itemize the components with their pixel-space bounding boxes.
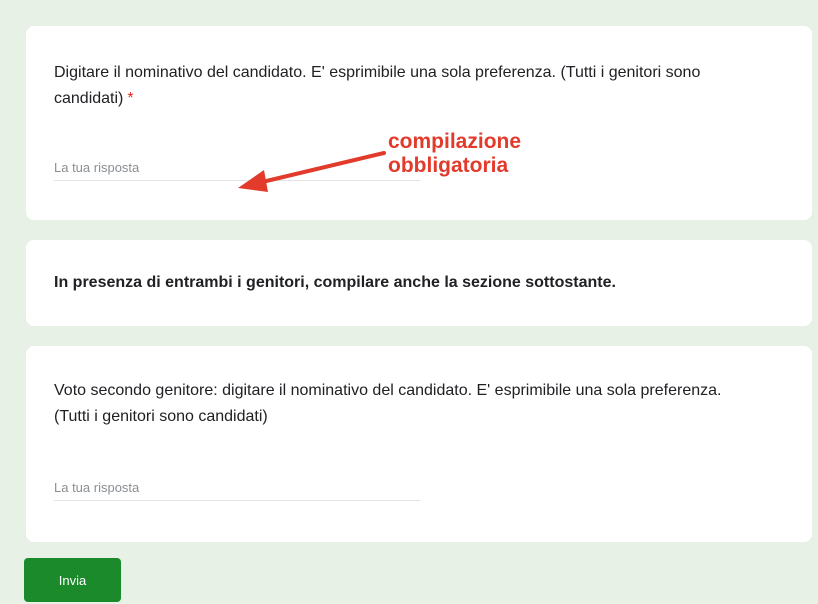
submit-button[interactable]: Invia [24,558,121,602]
annotation-line-1: compilazione [388,130,522,153]
question-title: Voto secondo genitore: digitare il nomin… [54,378,754,430]
question-card-second-parent: Voto secondo genitore: digitare il nomin… [26,346,812,542]
question-text: Digitare il nominativo del candidato. E'… [54,64,701,107]
question-card-candidate: Digitare il nominativo del candidato. E'… [26,26,812,220]
required-asterisk: * [127,90,134,107]
section-note-text: In presenza di entrambi i genitori, comp… [54,274,616,291]
annotation-arrow-icon [238,151,386,192]
section-note-card: In presenza di entrambi i genitori, comp… [26,240,812,326]
answer-input-second-parent[interactable] [54,474,420,501]
annotation-line-2: obbligatoria [388,154,509,177]
question-text: Voto secondo genitore: digitare il nomin… [54,382,722,425]
form-page: Digitare il nominativo del candidato. E'… [0,0,818,604]
question-title: Digitare il nominativo del candidato. E'… [54,60,754,112]
annotation-label: compilazione obbligatoria [388,130,521,178]
